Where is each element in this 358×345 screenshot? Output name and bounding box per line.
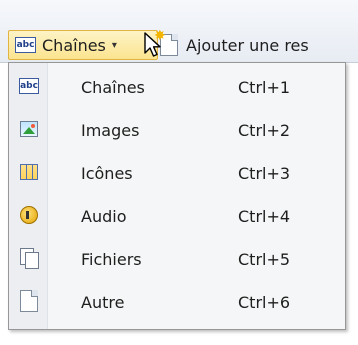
mouse-cursor-icon [144,32,161,57]
menu-item-label: Fichiers [81,249,142,269]
menu-item-audio[interactable]: Audio Ctrl+4 [9,194,345,238]
menu-item-label: Chaînes [81,77,145,97]
resource-type-dropdown-button[interactable]: abc Chaînes ▾ [8,30,158,60]
resource-type-label: Chaînes [42,35,106,55]
menu-item-label: Audio [81,206,127,226]
menu-item-strings[interactable]: abc Chaînes Ctrl+1 [9,65,345,109]
document-icon [19,290,39,312]
toolbar: abc Chaînes ▾ ✸ Ajouter une res [0,0,358,63]
menu-item-label: Icônes [81,163,133,183]
add-resource-label: Ajouter une res [186,35,309,55]
menu-item-shortcut: Ctrl+2 [238,120,291,140]
files-icon [19,248,39,269]
menu-item-images[interactable]: Images Ctrl+2 [9,108,345,152]
new-document-icon: ✸ [154,28,178,56]
menu-item-label: Images [81,120,140,140]
chevron-down-icon: ▾ [111,39,117,51]
menu-item-shortcut: Ctrl+3 [238,163,291,183]
menu-item-shortcut: Ctrl+1 [238,77,291,97]
menu-item-icons[interactable]: Icônes Ctrl+3 [9,151,345,195]
image-icon [19,119,39,139]
resource-type-menu: abc Chaînes Ctrl+1 Images Ctrl+2 Icônes … [8,62,346,330]
add-resource-button[interactable]: ✸ Ajouter une res [154,28,309,60]
menu-item-label: Autre [81,292,125,312]
strings-abc-icon: abc [15,37,36,53]
menu-item-shortcut: Ctrl+4 [238,206,291,226]
menu-item-other[interactable]: Autre Ctrl+6 [9,280,345,324]
menu-item-shortcut: Ctrl+6 [238,292,291,312]
audio-icon [19,205,39,225]
menu-item-files[interactable]: Fichiers Ctrl+5 [9,237,345,281]
icons-grid-icon [19,162,39,182]
abc-icon: abc [19,76,39,96]
menu-item-shortcut: Ctrl+5 [238,249,291,269]
